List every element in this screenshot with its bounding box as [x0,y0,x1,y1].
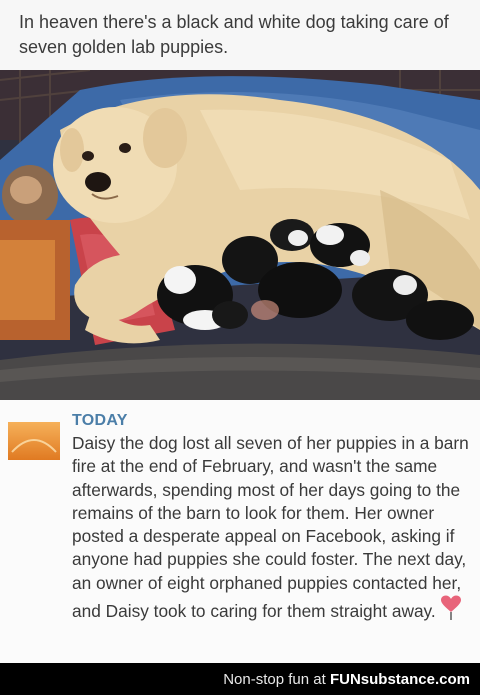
article-source: TODAY [72,412,128,429]
article-text: Daisy the dog lost all seven of her pupp… [72,432,472,627]
post-caption: In heaven there's a black and white dog … [19,12,449,57]
footer-brand: FUNsubstance.com [329,671,470,688]
footer-credit: Non-stop fun at FUNsubstance.com [223,671,470,688]
watermark-footer: Non-stop fun at FUNsubstance.com [0,663,480,695]
post-header: In heaven there's a black and white dog … [0,0,480,71]
footer-tagline: Non-stop fun at [223,671,326,688]
article-body: Daisy the dog lost all seven of her pupp… [72,433,469,622]
dog-with-puppies-photo [0,70,480,400]
article-card: TODAY Daisy the dog lost all seven of he… [0,400,480,663]
today-logo-icon [8,422,60,460]
heart-icon [440,595,462,627]
